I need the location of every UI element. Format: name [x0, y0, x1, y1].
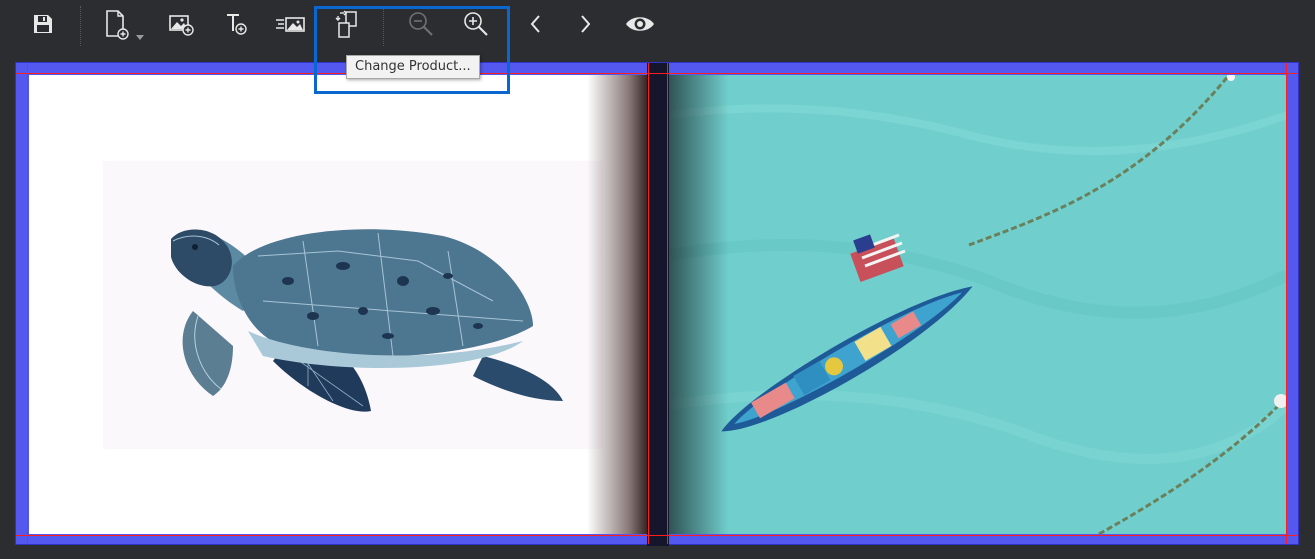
next-page-button[interactable]	[567, 6, 603, 42]
add-image-icon	[169, 15, 194, 36]
add-page-icon	[106, 10, 129, 40]
change-product-button[interactable]	[327, 6, 363, 42]
save-button[interactable]	[25, 6, 61, 42]
zoom-in-icon	[464, 12, 488, 36]
right-page[interactable]	[669, 75, 1287, 534]
boat-on-water-image	[669, 75, 1287, 534]
add-text-button[interactable]	[219, 6, 255, 42]
floppy-disk-icon	[34, 15, 52, 33]
tooltip-label: Change Product...	[355, 59, 471, 74]
eye-icon	[626, 17, 654, 31]
background-button[interactable]	[273, 6, 309, 42]
zoom-out-button[interactable]	[403, 6, 439, 42]
toolbar-separator	[80, 6, 81, 46]
sea-turtle-image	[171, 229, 563, 412]
chevron-right-icon	[581, 15, 591, 33]
left-page[interactable]	[29, 75, 647, 534]
preview-button[interactable]	[622, 6, 658, 42]
book-spine	[647, 63, 669, 546]
photobook-spread[interactable]	[15, 62, 1299, 546]
chevron-down-icon	[136, 35, 144, 40]
page-fold-shadow	[587, 75, 647, 534]
change-product-icon	[335, 10, 357, 38]
turtle-image-frame[interactable]	[103, 161, 603, 449]
zoom-out-icon	[409, 12, 433, 36]
bleed-guide-left	[27, 63, 28, 544]
background-image-icon	[276, 17, 305, 32]
add-page-button[interactable]	[98, 6, 144, 42]
toolbar	[0, 0, 1315, 50]
zoom-in-button[interactable]	[458, 6, 494, 42]
toolbar-separator	[383, 6, 384, 46]
previous-page-button[interactable]	[518, 6, 554, 42]
add-image-button[interactable]	[163, 6, 199, 42]
add-text-icon	[227, 14, 247, 35]
chevron-left-icon	[530, 15, 540, 33]
tooltip: Change Product...	[346, 55, 480, 79]
